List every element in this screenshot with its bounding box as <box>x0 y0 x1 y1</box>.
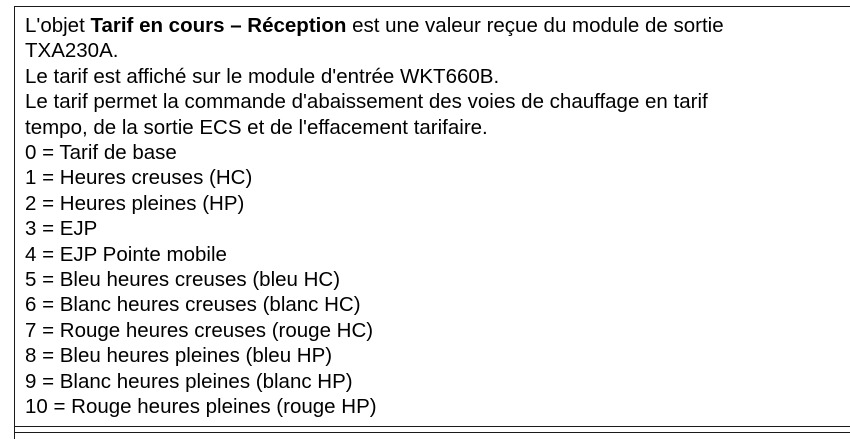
tariff-value-item: 0 = Tarif de base <box>25 141 177 165</box>
description-cell: L'objet Tarif en cours – Réception est u… <box>25 13 841 420</box>
intro-prefix: L'objet <box>25 14 91 37</box>
table-next-row-rule <box>14 432 850 433</box>
object-name: Tarif en cours – Réception <box>90 14 347 37</box>
display-sentence: Le tarif est affiché sur le module d'ent… <box>25 64 500 88</box>
tariff-value-item: 8 = Bleu heures pleines (bleu HP) <box>25 344 333 368</box>
tariff-value-item: 5 = Bleu heures creuses (bleu HC) <box>25 268 341 292</box>
tariff-value-item: 4 = EJP Pointe mobile <box>25 242 227 266</box>
intro-line: L'objet Tarif en cours – Réception est u… <box>25 13 841 38</box>
tariff-value-item: 3 = EJP <box>25 217 98 241</box>
tariff-value-item: 1 = Heures creuses (HC) <box>25 166 253 190</box>
tariff-value-item: 6 = Blanc heures creuses (blanc HC) <box>25 293 361 317</box>
command-line-2: tempo, de la sortie ECS et de l'effaceme… <box>25 115 488 139</box>
tariff-value-item: 10 = Rouge heures pleines (rouge HP) <box>25 395 377 419</box>
intro-suffix: est une valeur reçue du module de sortie <box>346 14 724 37</box>
intro-line-2: TXA230A. <box>25 39 119 63</box>
tariff-value-item: 7 = Rouge heures creuses (rouge HC) <box>25 318 374 342</box>
tariff-value-item: 9 = Blanc heures pleines (blanc HP) <box>25 369 353 393</box>
description-table: L'objet Tarif en cours – Réception est u… <box>14 6 850 427</box>
table-border-tick <box>14 427 15 439</box>
command-line-1: Le tarif permet la commande d'abaissemen… <box>25 90 708 114</box>
tariff-value-item: 2 = Heures pleines (HP) <box>25 191 245 215</box>
